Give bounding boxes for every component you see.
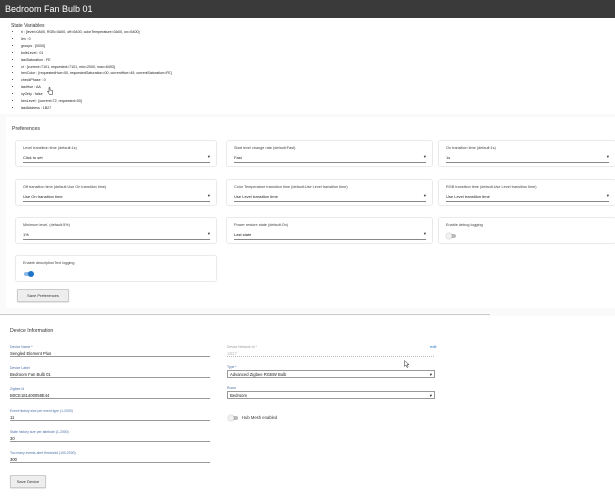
event-history-input[interactable]: 11 <box>10 415 210 421</box>
preferences-panel: Preferences Level transition time (defau… <box>6 117 615 308</box>
field-label: Type * <box>227 365 237 369</box>
state-history-input[interactable]: 30 <box>10 436 210 442</box>
pref-level-transition: Level transition time (default:1s) Click… <box>16 141 216 166</box>
state-variable-item: lastAddress : 1B27 <box>21 105 172 112</box>
pref-select-value: Click to set <box>23 155 43 160</box>
pref-rgb-transition: RGB transition time (default:Use Level t… <box>439 180 615 205</box>
room-select[interactable]: Bedroom ▾ <box>227 391 435 399</box>
too-many-events-input[interactable]: 300 <box>10 457 210 463</box>
device-type-value: Advanced Zigbee RGBW Bulb <box>230 372 287 377</box>
pref-label: Off transition time (default:Use On tran… <box>23 185 107 189</box>
room-value: Bedroom <box>230 393 247 398</box>
pref-select-value: Use On transition time <box>23 194 63 199</box>
pref-select-value: 1s <box>446 155 451 160</box>
chevron-down-icon: ▾ <box>207 154 210 159</box>
device-name-input[interactable]: Sengled Element Plus <box>10 351 210 357</box>
pref-select[interactable]: 1% ▾ <box>23 231 210 240</box>
pref-power-restore: Power restore state (default:On) Last st… <box>227 218 432 243</box>
pref-off-transition: Off transition time (default:Use On tran… <box>16 180 216 205</box>
pref-label: Color Temperature transition time (defau… <box>234 185 348 189</box>
state-variable-item: checkPhase : 0 <box>21 77 172 84</box>
chevron-down-icon: ▾ <box>606 193 609 198</box>
pref-select-value: Last state <box>234 232 252 237</box>
preferences-title: Preferences <box>12 126 40 132</box>
section-divider <box>0 314 490 315</box>
state-variable-item: groups : [0000] <box>21 43 172 50</box>
chevron-down-icon: ▾ <box>429 372 432 377</box>
pref-label: Minimum level, (default:5%) <box>23 223 70 227</box>
pref-color-temp-transition: Color Temperature transition time (defau… <box>227 180 432 205</box>
chevron-down-icon: ▾ <box>423 154 426 159</box>
pref-select-value: Use Level transition time <box>446 194 490 199</box>
pref-label: Power restore state (default:On) <box>234 223 289 227</box>
pref-label: Level transition time (default:1s) <box>23 146 77 150</box>
hub-mesh-toggle[interactable] <box>228 414 238 421</box>
chevron-down-icon: ▾ <box>606 154 609 159</box>
pref-select[interactable]: Click to set ▾ <box>23 154 210 163</box>
field-label: Zigbee Id <box>10 387 25 391</box>
device-information-title: Device Information <box>10 328 54 334</box>
pref-select[interactable]: Use Level transition time ▾ <box>234 193 426 202</box>
hand-cursor-icon <box>47 87 53 95</box>
field-label: Room <box>227 386 237 390</box>
pref-description-logging: Enable descriptionText logging <box>16 256 216 281</box>
pref-label: Enable debug logging <box>446 223 483 227</box>
pref-on-transition: On transition time (default:1s) 1s ▾ <box>439 141 615 166</box>
pref-select-value: Use Level transition time <box>234 194 278 199</box>
pref-select-value: 1% <box>23 232 29 237</box>
chevron-down-icon: ▾ <box>429 393 432 398</box>
description-logging-toggle[interactable] <box>24 270 34 277</box>
zigbee-id-input[interactable]: B0CE181400058E44 <box>10 393 210 399</box>
save-device-button[interactable]: Save Device <box>10 475 46 488</box>
pref-label: Start level change rate (default:Fast) <box>234 146 296 150</box>
state-variable-item: bulbLevel : 01 <box>21 50 172 57</box>
debug-logging-toggle[interactable] <box>446 232 456 239</box>
save-preferences-button[interactable]: Save Preferences <box>17 289 69 302</box>
pref-label: Enable descriptionText logging <box>23 261 75 265</box>
pref-label: On transition time (default:1s) <box>446 146 496 150</box>
state-variable-item: rl : [level=0A00, RGB=0A00, off=0A00, co… <box>21 29 172 36</box>
state-variable-item: lastHue : AA <box>21 84 172 91</box>
field-label: Device Label <box>10 366 30 370</box>
pref-label: RGB transition time (default:Use Level t… <box>446 185 537 189</box>
device-label-input[interactable]: Bedroom Fan Bulb 01 <box>10 372 210 378</box>
chevron-down-icon: ▾ <box>207 231 210 236</box>
field-label: Device Network Id * <box>227 345 257 349</box>
state-variables-panel: State Variables rl : [level=0A00, RGB=0A… <box>0 18 615 114</box>
pref-debug-logging: Enable debug logging <box>439 218 615 243</box>
chevron-down-icon: ▾ <box>423 231 426 236</box>
window-title: Bedroom Fan Bulb 01 <box>0 0 615 18</box>
pref-start-level-rate: Start level change rate (default:Fast) F… <box>227 141 432 166</box>
state-variable-item: lim : 0 <box>21 36 172 43</box>
pref-select[interactable]: 1s ▾ <box>446 154 609 163</box>
toggle-knob <box>446 232 452 239</box>
pref-select[interactable]: Use Level transition time ▾ <box>446 193 609 202</box>
state-variable-item: lastSaturation : FE <box>21 57 172 64</box>
pref-minimum-level: Minimum level, (default:5%) 1% ▾ <box>16 218 216 243</box>
network-id-edit-link[interactable]: edit <box>430 344 436 349</box>
chevron-down-icon: ▾ <box>207 193 210 198</box>
toggle-knob <box>228 414 234 421</box>
state-variable-item: hexColor : [requestedHue=00, requestedSa… <box>21 70 172 77</box>
pref-select[interactable]: Use On transition time ▾ <box>23 193 210 202</box>
pointer-cursor-icon <box>404 360 410 368</box>
network-id-input: 1B27 <box>227 351 434 357</box>
device-information-panel: Device Information Device Name * Sengled… <box>0 316 615 500</box>
field-label: Too many events alert threshold (100-200… <box>10 451 76 455</box>
state-variable-item: ct : [current=7101, requested=7101, min=… <box>21 64 172 71</box>
field-label: Event history size per event type (1-200… <box>10 409 73 413</box>
state-variables-list: rl : [level=0A00, RGB=0A00, off=0A00, co… <box>13 29 172 112</box>
chevron-down-icon: ▾ <box>423 193 426 198</box>
pref-select[interactable]: Last state ▾ <box>234 231 426 240</box>
device-type-select[interactable]: Advanced Zigbee RGBW Bulb ▾ <box>227 370 435 378</box>
pref-select[interactable]: Fast ▾ <box>234 154 426 163</box>
toggle-knob <box>28 270 34 277</box>
field-label: State history size per attribute (1-2000… <box>10 430 69 434</box>
pref-select-value: Fast <box>234 155 242 160</box>
hub-mesh-label: Hub Mesh enabled <box>242 415 278 420</box>
state-variable-item: xyOnly : false <box>21 91 172 98</box>
state-variable-item: hexLevel : [current=72, requested=00] <box>21 98 172 105</box>
field-label: Device Name * <box>10 345 33 349</box>
